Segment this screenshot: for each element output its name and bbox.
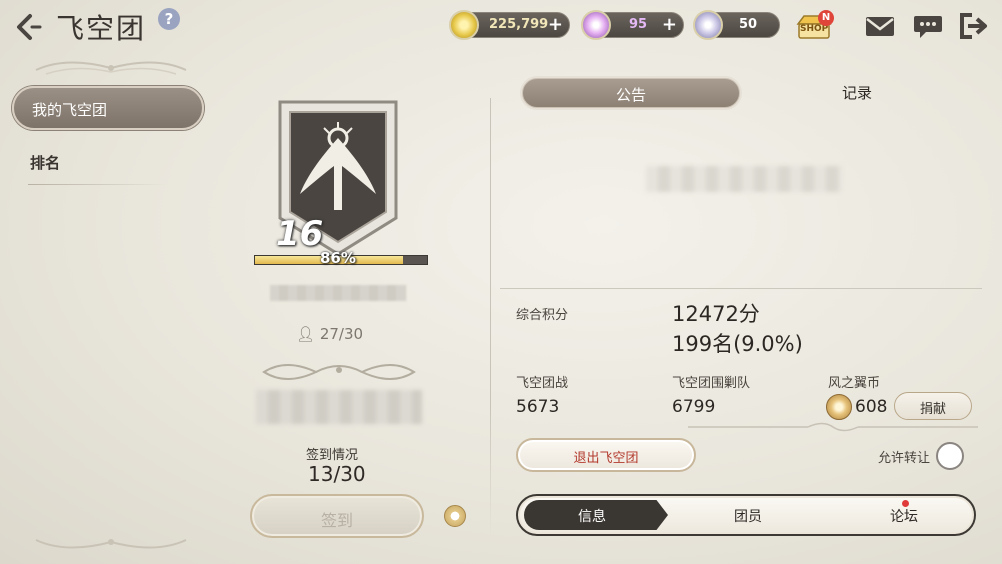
wind-wing-coin-label: 风之翼币 [828,376,881,391]
mail-icon [866,17,894,36]
add-gem-button[interactable]: + [662,14,677,35]
guild-war-value: 5673 [516,397,560,417]
allow-transfer-toggle[interactable] [936,442,964,470]
gold-currency: 225,799 + [449,10,570,40]
ornament-top [35,61,187,75]
gem-icon [581,10,611,40]
page-title: 飞空团 [56,12,147,45]
ornament-bottom [35,539,187,549]
leave-guild-button[interactable]: 退出飞空团 [516,438,696,472]
chat-button[interactable] [912,12,944,40]
wind-wing-coin-value: 608 [855,397,888,417]
tab-members[interactable]: 团员 [734,506,762,526]
signin-button[interactable]: 签到 [250,494,424,538]
mail-button[interactable] [864,12,896,40]
raid-team-label: 飞空团围剿队 [672,376,751,391]
gold-amount: 225,799 [489,17,549,32]
tab-notice-label: 公告 [615,86,646,104]
guild-name-redacted [270,285,406,301]
forum-notification-dot [902,500,909,507]
back-button[interactable] [10,10,44,44]
shop-button[interactable]: SHOP N [794,10,834,40]
score-label: 综合积分 [516,308,569,323]
bottom-tab-bar: 信息 团员 论坛 [516,494,976,536]
gem-currency: 95 + [581,10,684,40]
signin-status-label: 签到情况 [306,448,359,463]
donate-button-label: 捐献 [919,402,946,417]
crystal-amount: 50 [739,17,758,32]
rank-value: 199名(9.0%) [672,332,803,356]
wind-wing-coin-icon [826,394,852,420]
allow-transfer-label: 允许转让 [878,451,931,466]
gem-amount: 95 [629,17,648,32]
guild-war-label: 飞空团战 [516,376,569,391]
member-icon: 👤︎ [296,325,316,343]
tab-info-label: 信息 [578,509,606,525]
donate-button[interactable]: 捐献 [894,392,972,420]
guild-description-redacted [256,390,422,424]
signin-button-label: 签到 [320,511,353,530]
chat-bubble-icon [914,16,942,38]
guild-exp-percent: 86% [320,249,356,267]
sidebar-item-label: 我的飞空团 [32,101,108,119]
guild-level: 16 [276,214,324,254]
add-gold-button[interactable]: + [548,14,563,35]
sidebar-item-ranking[interactable]: 排名 [30,152,60,173]
exit-icon [960,13,987,39]
sidebar-item-my-guild[interactable]: 我的飞空团 [12,86,204,130]
score-value: 12472分 [672,302,760,326]
ornament-middle [262,364,416,380]
notice-content-redacted [646,166,842,192]
raid-team-value: 6799 [672,397,716,417]
tab-notice[interactable]: 公告 [522,78,740,108]
exit-button[interactable] [958,12,990,40]
gold-coin-icon [449,10,479,40]
signin-count: 13/30 [308,462,366,486]
divider [500,288,982,289]
help-icon[interactable]: ? [158,8,180,30]
tab-forum[interactable]: 论坛 [890,506,918,526]
divider [28,184,168,185]
crystal-currency: 50 [693,10,780,40]
leave-guild-button-label: 退出飞空团 [573,451,639,466]
ornament-right [688,422,978,432]
member-count-value: 27/30 [319,325,364,343]
shop-badge: N [818,10,834,26]
chevron-left-icon [17,14,42,40]
crystal-icon [693,10,723,40]
tab-record[interactable]: 记录 [842,82,872,103]
divider [490,98,491,538]
member-count: 👤︎ 27/30 [296,325,363,343]
reward-info-icon[interactable] [444,505,466,527]
